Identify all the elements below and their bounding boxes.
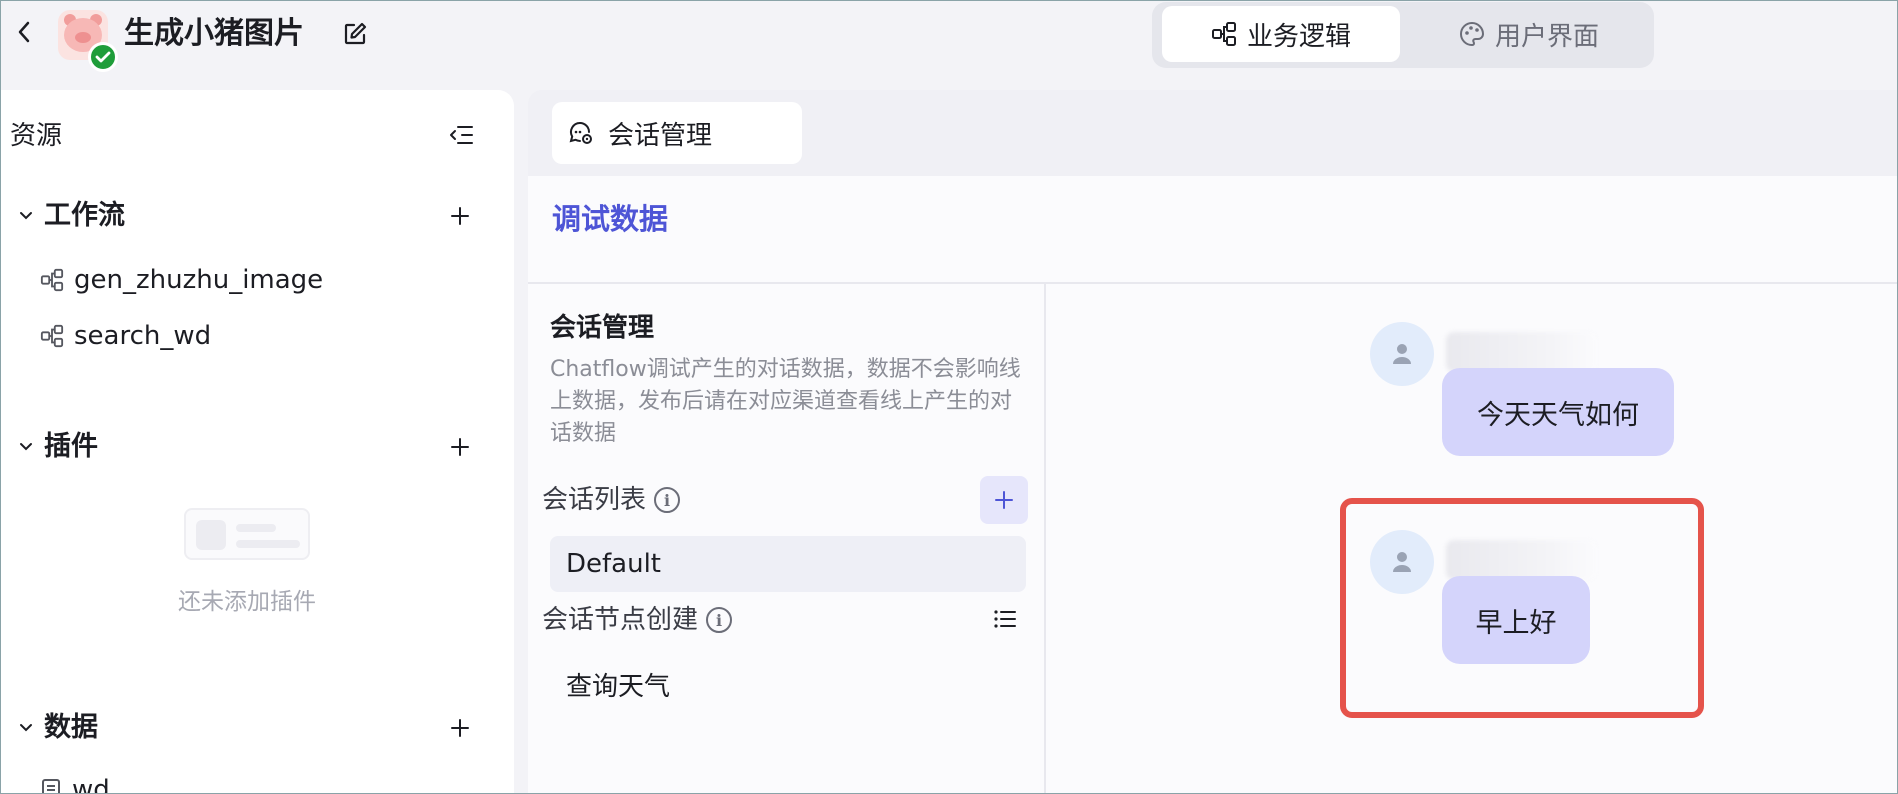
main-panel: 会话管理 调试数据 会话管理 Chatflow调试产生的对话数据，数据不会影响线… [528,90,1898,794]
info-icon[interactable]: i [654,487,681,513]
add-workflow-button[interactable] [444,200,476,232]
app-title: 生成小猪图片 [124,16,304,51]
section-data-label: 数据 [44,712,98,743]
user-avatar [1370,322,1434,386]
section-plugins: 插件 [0,425,514,469]
add-data-button[interactable] [444,712,476,744]
tab-business-logic[interactable]: 业务逻辑 [1162,6,1400,62]
empty-plugin-text: 还未添加插件 [178,589,316,615]
workflow-icon [40,268,64,292]
session-list-label: 会话列表 [542,485,647,515]
workflow-item-label: search_wd [74,321,212,351]
back-button[interactable] [10,18,38,46]
document-icon [42,779,60,794]
edit-title-button[interactable] [340,19,370,49]
collapse-icon [450,126,473,144]
data-item-label: wd [72,775,110,794]
collapse-sidebar-button[interactable] [444,118,478,152]
palette-icon [1460,21,1484,47]
workflow-icon [40,324,64,348]
data-item[interactable]: wd [40,770,110,794]
resource-sidebar: 资源 工作流 gen_zhuzhu_image search_wd 插件 还未添… [0,90,514,794]
sidebar-title: 资源 [10,121,63,151]
chevron-left-icon [18,21,30,43]
tab-business-logic-label: 业务逻辑 [1246,21,1351,52]
plus-icon [451,438,469,456]
add-plugin-button[interactable] [444,431,476,463]
info-icon[interactable]: i [706,607,733,633]
user-avatar [1370,530,1434,594]
node-session-label: 会话节点创建 [542,605,699,635]
section-workflow: 工作流 [0,194,514,238]
tab-session-management[interactable]: 会话管理 [552,102,802,164]
workflow-item[interactable]: gen_zhuzhu_image [40,260,323,300]
node-session-list-button[interactable] [990,604,1020,634]
session-title: 会话管理 [550,313,655,343]
section-plugins-label: 插件 [44,431,98,462]
published-check-icon [88,42,118,72]
blurred-username [1446,540,1596,580]
session-description: Chatflow调试产生的对话数据，数据不会影响线上数据，发布后请在对应渠道查看… [550,357,1021,446]
plus-icon [995,491,1013,509]
user-message: 今天天气如何 [1442,368,1674,456]
debug-data-title: 调试数据 [552,202,669,236]
list-icon [994,610,1016,628]
plus-icon [451,207,469,225]
user-icon [1393,552,1411,572]
session-list-item[interactable]: Default [550,536,1026,592]
chevron-down-icon[interactable] [14,716,38,740]
edit-icon [344,22,367,45]
node-session-header: 会话节点创建 i [542,598,1032,642]
empty-plugin-illustration [184,508,310,560]
user-icon [1393,344,1411,364]
tab-session-management-label: 会话管理 [608,120,713,151]
blurred-username [1446,332,1596,372]
workflow-icon [1211,22,1236,46]
plus-icon [451,719,469,737]
user-message: 早上好 [1442,576,1590,664]
app-avatar [58,10,118,72]
section-data: 数据 [0,706,514,750]
workflow-item[interactable]: search_wd [40,316,211,356]
session-list-header: 会话列表 i [542,478,1032,522]
workflow-item-label: gen_zhuzhu_image [74,265,324,295]
chat-settings-icon [569,122,592,144]
mode-switch: 业务逻辑 用户界面 [1152,2,1654,68]
debug-content: 调试数据 会话管理 Chatflow调试产生的对话数据，数据不会影响线上数据，发… [528,176,1898,794]
section-workflow-label: 工作流 [44,200,125,231]
node-session-item[interactable]: 查询天气 [550,656,1026,712]
session-panel: 会话管理 Chatflow调试产生的对话数据，数据不会影响线上数据，发布后请在对… [528,284,1046,794]
chevron-down-icon[interactable] [14,435,38,459]
tab-user-interface-label: 用户界面 [1494,21,1599,52]
top-header: 生成小猪图片 业务逻辑 用户界面 [0,0,1898,90]
chevron-down-icon[interactable] [14,204,38,228]
tab-user-interface[interactable]: 用户界面 [1410,6,1648,62]
chat-area: 今天天气如何 早上好 [1048,284,1898,794]
add-session-button[interactable] [980,476,1028,524]
